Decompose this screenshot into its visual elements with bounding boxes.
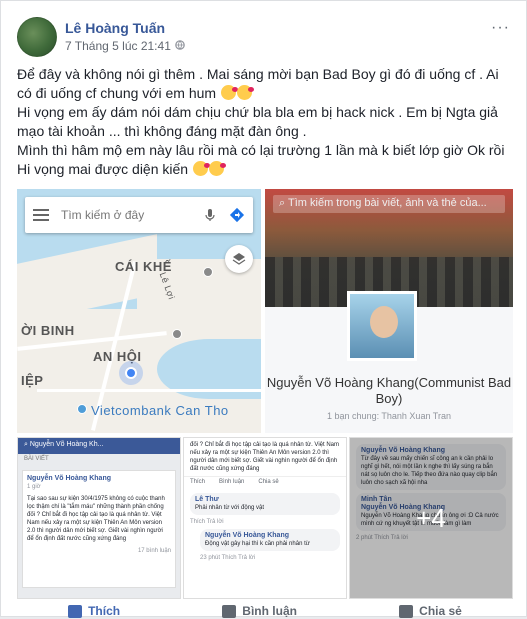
mini-header-text: Nguyễn Võ Hoàng Kh... — [29, 441, 104, 448]
kiss-emoji-icon — [208, 161, 226, 176]
mini-comment-text: Động vật gây hại thì k cần phải nhân từ — [205, 541, 310, 547]
map-label-hiep: IỆP — [21, 373, 44, 388]
mini-author: Nguyễn Võ Hoàng Khang — [27, 475, 111, 482]
menu-icon[interactable] — [33, 209, 49, 221]
mini-comment-meta: Thích Trả lời — [190, 519, 224, 525]
place-pin-icon[interactable] — [172, 329, 182, 339]
kiss-emoji-icon — [192, 161, 210, 176]
profile-cover-photo: ⌕ Tìm kiếm trong bài viết, ảnh và thẻ củ… — [265, 189, 513, 307]
mini-share: Chia sẻ — [258, 479, 279, 485]
post-header: Lê Hoàng Tuấn 7 Tháng 5 lúc 21:41 — [17, 15, 185, 59]
map-label-an-hoi: AN HỘI — [93, 349, 142, 364]
mini-header: ⌕ Nguyễn Võ Hoàng Kh... — [18, 438, 180, 454]
comment-icon — [222, 604, 237, 618]
profile-search-bar[interactable]: ⌕ Tìm kiếm trong bài viết, ảnh và thẻ củ… — [273, 195, 505, 213]
mini-time: 1 giờ — [27, 484, 41, 490]
post-line-1: Để đây và không nói gì thêm . Mai sáng m… — [17, 66, 499, 101]
layers-button[interactable] — [225, 245, 253, 273]
profile-search-text: Tìm kiếm trong bài viết, ảnh và thẻ của.… — [288, 197, 487, 209]
more-options-icon[interactable]: ··· — [491, 19, 510, 37]
photo-profile[interactable]: ⌕ Tìm kiếm trong bài viết, ảnh và thẻ củ… — [265, 189, 513, 433]
author-avatar[interactable] — [17, 17, 57, 57]
directions-icon[interactable] — [229, 207, 245, 223]
post-card: Lê Hoàng Tuấn 7 Tháng 5 lúc 21:41 ··· Để… — [0, 0, 527, 618]
profile-name: Nguyễn Võ Hoàng Khang(Communist Bad Boy) — [266, 375, 512, 406]
post-timestamp[interactable]: 7 Tháng 5 lúc 21:41 — [65, 37, 171, 55]
share-label: Chia sẻ — [419, 604, 462, 618]
layers-icon — [232, 253, 246, 265]
map-search-bar[interactable]: Tìm kiếm ở đây — [25, 197, 253, 233]
photo-screenshot-3[interactable]: Nguyễn Võ Hoàng Khang Từ đây về sau mấy … — [349, 437, 513, 599]
photo-screenshot-2[interactable]: đối ? Chỉ bắt đi học tập cải tạo là quá … — [183, 437, 347, 599]
mini-comment-1: Lê Thư Phải nhân từ với động vật — [190, 493, 340, 515]
mini-actions: Thích Bình luận Chia sẻ — [184, 476, 346, 487]
post-text: Để đây và không nói gì thêm . Mai sáng m… — [17, 65, 513, 179]
photo-map[interactable]: Tìm kiếm ở đây CÁI KHẾ Lê Lợi ỜI BINH AN… — [17, 189, 261, 433]
mini-comment: Bình luận — [219, 479, 245, 485]
mini-comment-text: Phải nhân từ với động vật — [195, 505, 264, 511]
author-name[interactable]: Lê Hoàng Tuấn — [65, 19, 185, 37]
globe-icon — [175, 37, 185, 55]
map-road — [37, 389, 261, 392]
search-icon: ⌕ — [279, 197, 286, 209]
map-label-vietcombank: Vietcombank Can Tho — [91, 403, 229, 418]
mini-comment-meta: 23 phút Thích Trả lời — [200, 555, 256, 561]
map-search-actions — [205, 207, 245, 223]
photo-screenshot-1[interactable]: ⌕ Nguyễn Võ Hoàng Kh... BÀI VIẾT Nguyễn … — [17, 437, 181, 599]
profile-picture — [347, 291, 417, 361]
map-label-ninh-kieu: ỜI BINH — [21, 323, 75, 338]
mini-post: Nguyễn Võ Hoàng Khang 1 giờ Tại sao sau … — [22, 470, 176, 588]
kiss-emoji-icon — [236, 85, 254, 100]
bank-pin-icon[interactable] — [77, 404, 87, 414]
comment-label: Bình luận — [242, 604, 297, 618]
mini-comment-author: Lê Thư — [195, 496, 219, 503]
thumbs-up-icon — [68, 604, 83, 618]
like-label: Thích — [88, 604, 121, 618]
photo-grid: Tìm kiếm ở đây CÁI KHẾ Lê Lợi ỜI BINH AN… — [17, 189, 513, 599]
post-meta: Lê Hoàng Tuấn 7 Tháng 5 lúc 21:41 — [65, 19, 185, 55]
current-location-icon — [125, 367, 137, 379]
more-photos-overlay[interactable]: +4 — [350, 438, 512, 598]
post-line-3: Mình thì hâm mộ em này lâu rồi mà có lại… — [17, 142, 505, 177]
post-line-2: Hi vọng em ấy dám nói dám chịu chứ bla b… — [17, 104, 498, 139]
mini-section-label: BÀI VIẾT — [24, 456, 49, 462]
mini-footer: 17 bình luận — [137, 548, 171, 554]
mini-comments: Lê Thư Phải nhân từ với động vật Thích T… — [184, 487, 346, 565]
place-pin-icon[interactable] — [203, 267, 213, 277]
mini-like: Thích — [190, 479, 206, 485]
mini-comment-2: Nguyễn Võ Hoàng Khang Động vật gây hại t… — [200, 529, 340, 551]
map-search-input[interactable]: Tìm kiếm ở đây — [61, 208, 144, 222]
mini-body: Tại sao sau sự kiện 30/4/1975 không có c… — [27, 496, 165, 542]
mutual-friends: 1 bạn chung: Thanh Xuan Tran — [327, 411, 451, 421]
kiss-emoji-icon — [220, 85, 238, 100]
mini-post-text: đối ? Chỉ bắt đi học tập cải tạo là quá … — [190, 442, 339, 472]
mini-comment-author: Nguyễn Võ Hoàng Khang — [205, 532, 289, 539]
microphone-icon[interactable] — [205, 208, 215, 222]
post-time: 7 Tháng 5 lúc 21:41 — [65, 37, 185, 55]
share-icon — [399, 604, 414, 618]
